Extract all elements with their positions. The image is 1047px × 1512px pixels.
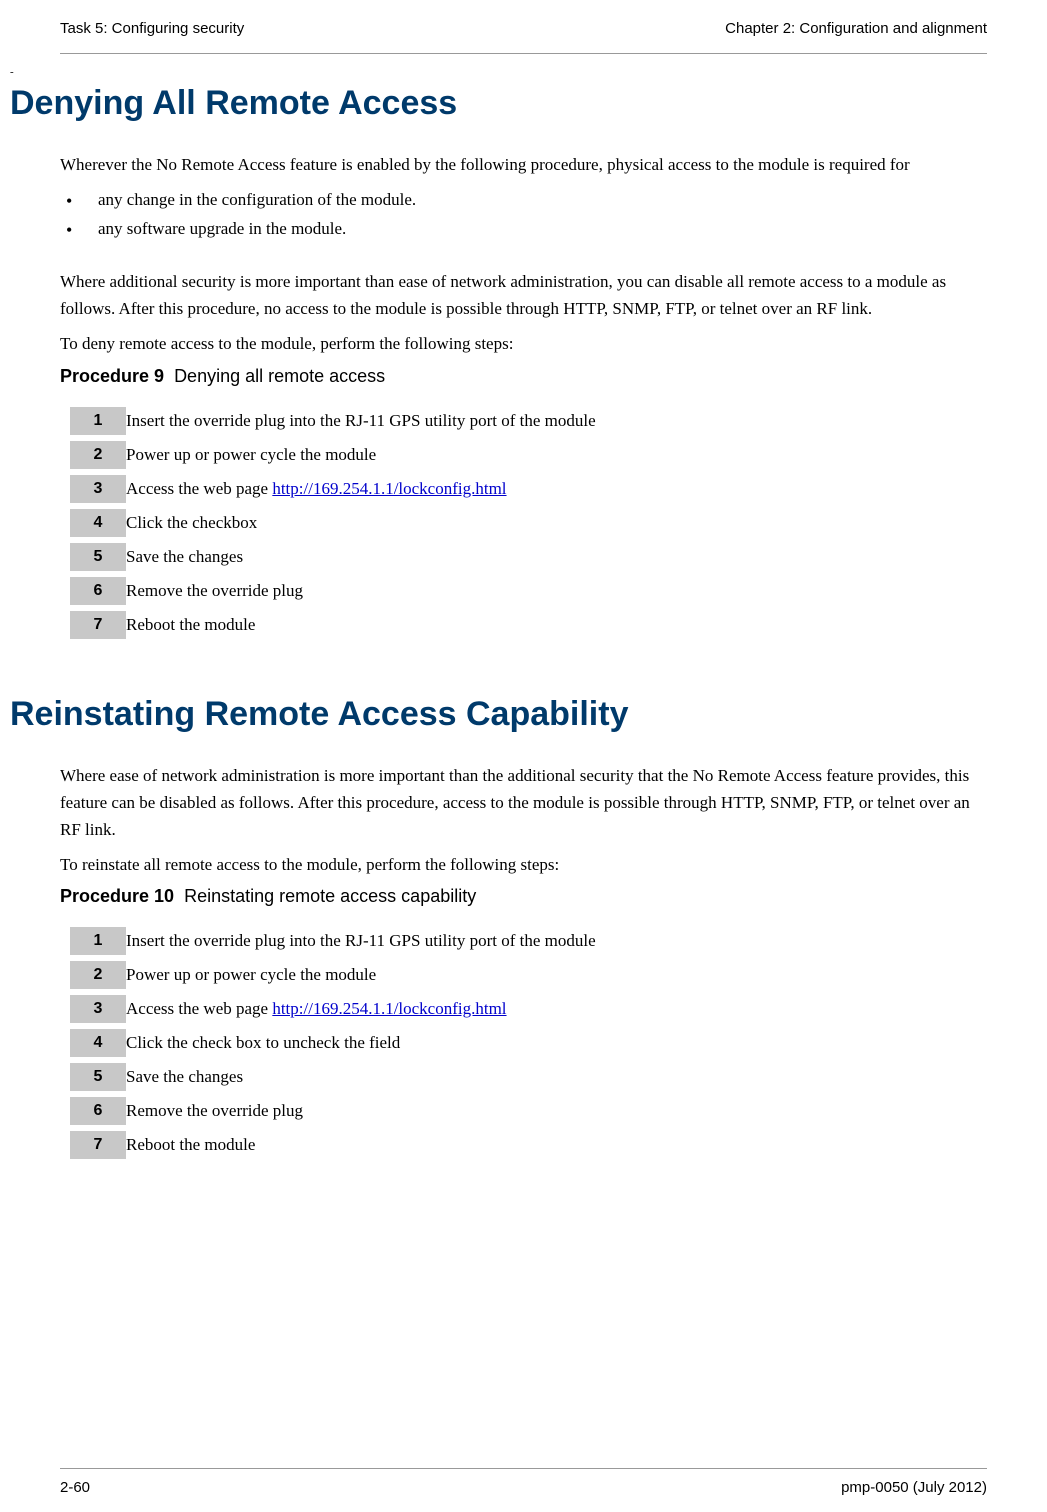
step-row: 3Access the web page http://169.254.1.1/… xyxy=(70,475,596,503)
bullet-item: any change in the configuration of the m… xyxy=(60,186,987,215)
intro-para: Wherever the No Remote Access feature is… xyxy=(60,151,987,178)
step-row: 7Reboot the module xyxy=(70,611,596,639)
step-number: 7 xyxy=(70,611,126,639)
step-number: 1 xyxy=(70,927,126,955)
step-number: 6 xyxy=(70,577,126,605)
page-header: Task 5: Configuring security Chapter 2: … xyxy=(60,20,987,54)
step-row: 1Insert the override plug into the RJ-11… xyxy=(70,927,596,955)
step-text: Reboot the module xyxy=(126,611,596,639)
step-text: Access the web page http://169.254.1.1/l… xyxy=(126,475,596,503)
step-text: Access the web page http://169.254.1.1/l… xyxy=(126,995,596,1023)
header-right: Chapter 2: Configuration and alignment xyxy=(725,20,987,37)
procedure-title: Procedure 10 Reinstating remote access c… xyxy=(60,886,987,907)
lockconfig-link[interactable]: http://169.254.1.1/lockconfig.html xyxy=(272,479,506,498)
step-row: 6Remove the override plug xyxy=(70,1097,596,1125)
step-row: 3Access the web page http://169.254.1.1/… xyxy=(70,995,596,1023)
step-row: 6Remove the override plug xyxy=(70,577,596,605)
step-text: Save the changes xyxy=(126,543,596,571)
footer-doc-id: pmp-0050 (July 2012) xyxy=(841,1479,987,1496)
step-row: 5Save the changes xyxy=(70,543,596,571)
step-prefix: Access the web page xyxy=(126,479,272,498)
bullet-item: any software upgrade in the module. xyxy=(60,215,987,244)
step-number: 5 xyxy=(70,1063,126,1091)
dash-mark: - xyxy=(10,66,987,78)
step-text: Insert the override plug into the RJ-11 … xyxy=(126,407,596,435)
procedure-title: Procedure 9 Denying all remote access xyxy=(60,366,987,387)
step-row: 4Click the checkbox xyxy=(70,509,596,537)
step-row: 5Save the changes xyxy=(70,1063,596,1091)
step-number: 4 xyxy=(70,1029,126,1057)
procedure-name: Denying all remote access xyxy=(174,366,385,386)
page-footer: 2-60 pmp-0050 (July 2012) xyxy=(60,1468,987,1496)
procedure-steps-2: 1Insert the override plug into the RJ-11… xyxy=(70,921,596,1165)
step-number: 7 xyxy=(70,1131,126,1159)
header-left: Task 5: Configuring security xyxy=(60,20,244,37)
footer-page-number: 2-60 xyxy=(60,1479,90,1496)
step-number: 3 xyxy=(70,995,126,1023)
step-text: Click the checkbox xyxy=(126,509,596,537)
body-para: To deny remote access to the module, per… xyxy=(60,330,987,357)
step-row: 1Insert the override plug into the RJ-11… xyxy=(70,407,596,435)
step-number: 3 xyxy=(70,475,126,503)
step-text: Save the changes xyxy=(126,1063,596,1091)
step-row: 4Click the check box to uncheck the fiel… xyxy=(70,1029,596,1057)
section-heading-reinstating: Reinstating Remote Access Capability xyxy=(10,695,987,734)
body-para: To reinstate all remote access to the mo… xyxy=(60,851,987,878)
body-para: Where ease of network administration is … xyxy=(60,762,987,844)
step-number: 2 xyxy=(70,441,126,469)
step-text: Power up or power cycle the module xyxy=(126,961,596,989)
step-text: Insert the override plug into the RJ-11 … xyxy=(126,927,596,955)
procedure-name: Reinstating remote access capability xyxy=(184,886,476,906)
step-number: 2 xyxy=(70,961,126,989)
procedure-label: Procedure 9 xyxy=(60,366,164,386)
body-para: Where additional security is more import… xyxy=(60,268,987,322)
bullet-list: any change in the configuration of the m… xyxy=(60,186,987,244)
section-heading-denying: Denying All Remote Access xyxy=(10,84,987,123)
step-prefix: Access the web page xyxy=(126,999,272,1018)
procedure-steps-1: 1Insert the override plug into the RJ-11… xyxy=(70,401,596,645)
step-number: 6 xyxy=(70,1097,126,1125)
step-text: Reboot the module xyxy=(126,1131,596,1159)
step-number: 4 xyxy=(70,509,126,537)
step-text: Power up or power cycle the module xyxy=(126,441,596,469)
procedure-label: Procedure 10 xyxy=(60,886,174,906)
lockconfig-link[interactable]: http://169.254.1.1/lockconfig.html xyxy=(272,999,506,1018)
step-row: 2Power up or power cycle the module xyxy=(70,441,596,469)
step-text: Remove the override plug xyxy=(126,1097,596,1125)
step-text: Remove the override plug xyxy=(126,577,596,605)
step-row: 2Power up or power cycle the module xyxy=(70,961,596,989)
step-number: 5 xyxy=(70,543,126,571)
step-text: Click the check box to uncheck the field xyxy=(126,1029,596,1057)
step-number: 1 xyxy=(70,407,126,435)
step-row: 7Reboot the module xyxy=(70,1131,596,1159)
